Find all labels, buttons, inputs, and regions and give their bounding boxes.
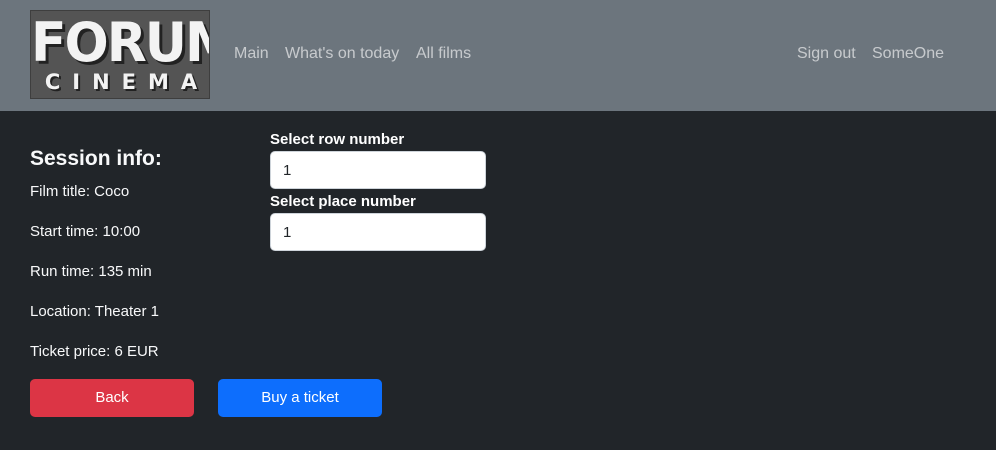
nav-link-whats-on-today[interactable]: What's on today (285, 44, 399, 64)
ticket-price-text: Ticket price: 6 EUR (30, 343, 159, 360)
nav-link-all-films[interactable]: All films (416, 44, 471, 64)
buy-ticket-button[interactable]: Buy a ticket (218, 379, 382, 417)
start-time-text: Start time: 10:00 (30, 223, 141, 240)
nav-link-sign-out[interactable]: Sign out (797, 44, 856, 64)
film-title-text: Film title: Coco (30, 183, 130, 200)
session-info-heading: Session info: (30, 147, 162, 170)
back-button[interactable]: Back (30, 379, 194, 417)
place-number-input[interactable] (270, 213, 486, 251)
location-text: Location: Theater 1 (30, 303, 159, 320)
nav-link-user[interactable]: SomeOne (872, 44, 944, 64)
row-number-label: Select row number (270, 131, 405, 148)
run-time-text: Run time: 135 min (30, 263, 152, 280)
nav-link-main[interactable]: Main (234, 44, 269, 64)
logo-line-forum: FORUM (31, 11, 209, 75)
logo-line-cinema: CINEMA (44, 70, 210, 94)
forum-cinema-logo[interactable]: FORUM CINEMA (30, 10, 210, 99)
navbar: FORUM CINEMA Main What's on today All fi… (0, 0, 996, 111)
row-number-input[interactable] (270, 151, 486, 189)
place-number-label: Select place number (270, 193, 416, 210)
